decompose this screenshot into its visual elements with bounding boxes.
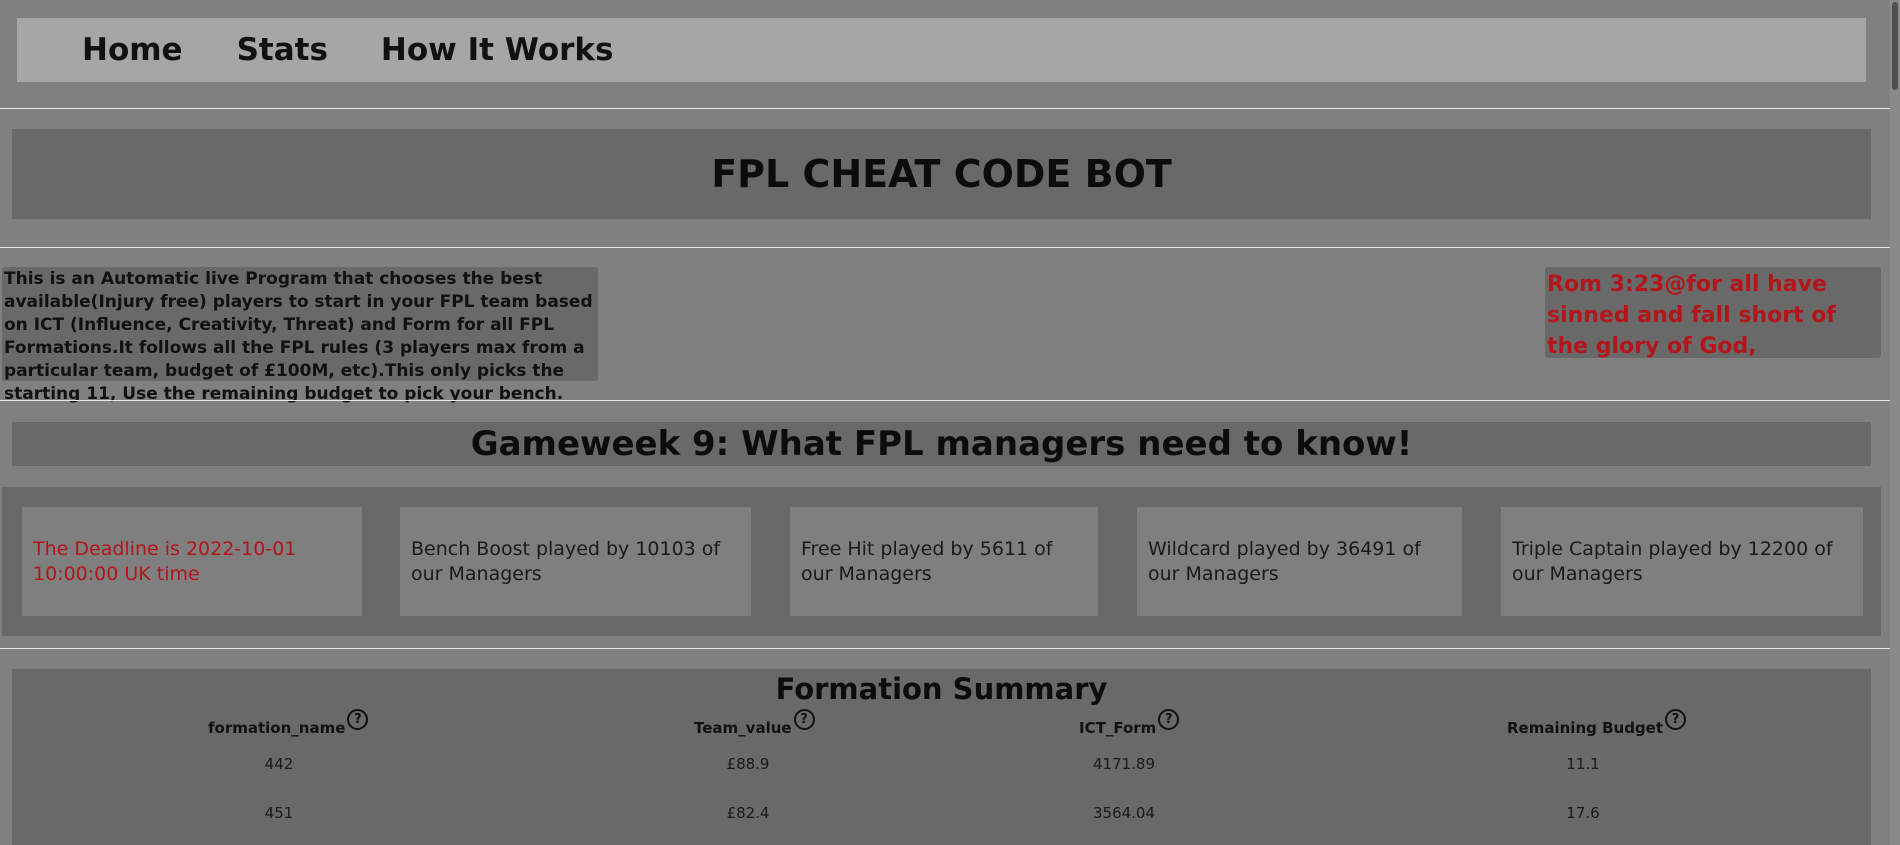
triple-captain-card: Triple Captain played by 12200 of our Ma…: [1501, 507, 1863, 616]
help-icon[interactable]: ?: [793, 709, 815, 730]
column-header-label: ICT_Form: [1079, 719, 1157, 737]
gameweek-banner: Gameweek 9: What FPL managers need to kn…: [12, 422, 1871, 466]
column-header-formation-name[interactable]: formation_name?: [208, 709, 369, 737]
scrollbar-thumb[interactable]: [1892, 2, 1898, 90]
column-header-remaining-budget[interactable]: Remaining Budget?: [1507, 709, 1687, 737]
table-cell-formation: 442: [264, 755, 294, 773]
gameweek-title: Gameweek 9: What FPL managers need to kn…: [470, 424, 1413, 464]
help-icon[interactable]: ?: [1665, 709, 1687, 730]
help-icon[interactable]: ?: [1158, 709, 1180, 730]
divider: [0, 247, 1890, 248]
top-navbar: Home Stats How It Works: [17, 18, 1866, 82]
column-header-label: formation_name: [208, 719, 346, 737]
formation-summary-table: Formation Summary formation_name? Team_v…: [12, 669, 1871, 845]
about-description: This is an Automatic live Program that c…: [2, 267, 598, 404]
page-scrollbar[interactable]: [1890, 0, 1900, 845]
page-title: FPL CHEAT CODE BOT: [711, 152, 1172, 196]
divider: [0, 108, 1890, 109]
formation-summary-title: Formation Summary: [775, 672, 1108, 706]
column-header-team-value[interactable]: Team_value?: [694, 709, 815, 737]
table-cell-remaining-budget: 17.6: [1566, 804, 1600, 822]
column-header-label: Team_value: [694, 719, 792, 737]
table-cell-ict-form: 4171.89: [1092, 755, 1156, 773]
table-cell-team-value: £88.9: [726, 755, 770, 773]
table-cell-ict-form: 3564.04: [1092, 804, 1156, 822]
gameweek-info-strip: The Deadline is 2022-10-01 10:00:00 UK t…: [2, 487, 1881, 636]
help-icon[interactable]: ?: [347, 709, 369, 730]
column-header-label: Remaining Budget: [1507, 719, 1664, 737]
bible-verse: Rom 3:23@for all have sinned and fall sh…: [1545, 267, 1881, 359]
column-header-ict-form[interactable]: ICT_Form?: [1079, 709, 1180, 737]
free-hit-card: Free Hit played by 5611 of our Managers: [790, 507, 1098, 616]
nav-home-link[interactable]: Home: [82, 32, 183, 68]
wildcard-card: Wildcard played by 36491 of our Managers: [1137, 507, 1462, 616]
title-banner: FPL CHEAT CODE BOT: [12, 129, 1871, 219]
table-cell-remaining-budget: 11.1: [1566, 755, 1600, 773]
divider: [0, 648, 1890, 649]
nav-stats-link[interactable]: Stats: [237, 32, 328, 68]
deadline-card: The Deadline is 2022-10-01 10:00:00 UK t…: [22, 507, 362, 616]
table-cell-team-value: £82.4: [726, 804, 770, 822]
divider: [0, 400, 1890, 401]
table-cell-formation: 451: [264, 804, 294, 822]
nav-how-it-works-link[interactable]: How It Works: [381, 32, 614, 68]
bench-boost-card: Bench Boost played by 10103 of our Manag…: [400, 507, 751, 616]
